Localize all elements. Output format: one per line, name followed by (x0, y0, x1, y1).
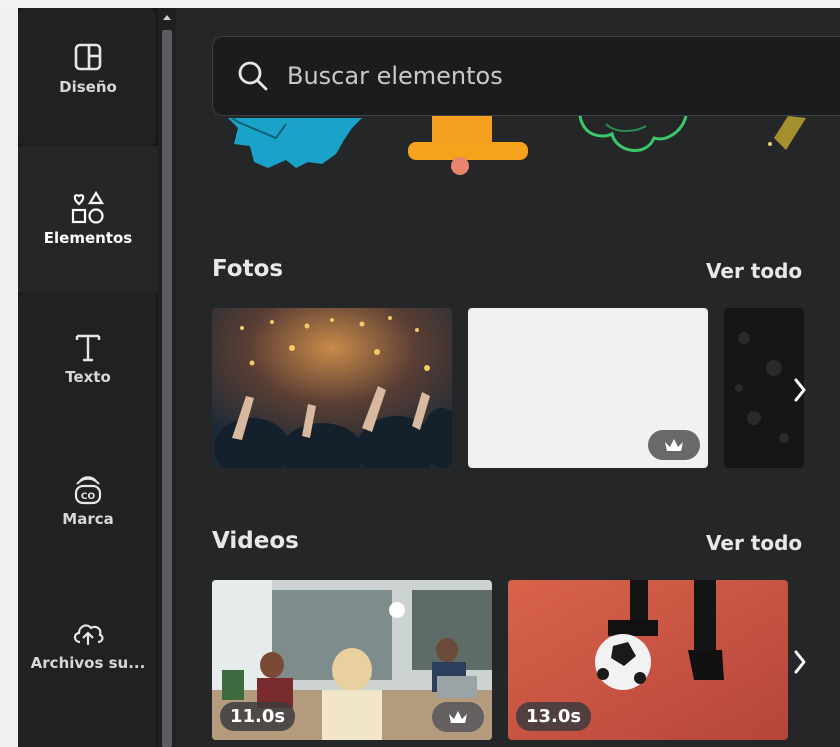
cloud-upload-icon (70, 616, 106, 650)
sidebar-item-label: Diseño (59, 78, 117, 96)
sidebar-item-uploads[interactable]: Archivos su... (18, 616, 158, 672)
sidebar-item-brand[interactable]: CO Marca (18, 472, 158, 528)
blue-badge-graphic (228, 117, 362, 168)
videos-see-all-link[interactable]: Ver todo (706, 531, 802, 555)
sidebar: Diseño Elementos Texto CO Marca Archivos… (18, 8, 158, 747)
videos-next-chevron-icon[interactable] (788, 642, 812, 682)
duration-badge: 13.0s (516, 702, 592, 731)
top-border (0, 0, 840, 8)
sidebar-item-design[interactable]: Diseño (18, 40, 158, 96)
white-texture-photo[interactable] (468, 308, 708, 468)
sidebar-item-text[interactable]: Texto (18, 330, 158, 386)
shapes-icon (68, 190, 108, 225)
premium-badge (432, 702, 484, 732)
svg-text:CO: CO (81, 492, 96, 502)
crown-icon (449, 711, 467, 723)
scroll-thumb[interactable] (162, 30, 172, 747)
editor-app: Diseño Elementos Texto CO Marca Archivos… (0, 0, 840, 747)
sidebar-item-label: Texto (65, 368, 111, 386)
sidebar-item-elements[interactable]: Elementos (18, 146, 158, 292)
sidebar-item-label: Marca (62, 510, 114, 528)
office-video[interactable]: 11.0s (212, 580, 492, 740)
elements-panel: Buscar elementos Fotos Ver todo Videos V… (176, 8, 840, 747)
sidebar-item-label: Archivos su... (30, 654, 146, 672)
crown-icon (665, 439, 683, 451)
soccer-video[interactable]: 13.0s (508, 580, 788, 740)
concert-crowd-photo[interactable] (212, 308, 452, 468)
flower-graphic (578, 115, 688, 152)
brand-icon: CO (70, 472, 106, 506)
search-input[interactable]: Buscar elementos (287, 62, 503, 90)
search-icon (238, 61, 268, 91)
sparkle-graphic (768, 116, 806, 150)
videos-section-title: Videos (212, 528, 299, 554)
premium-badge (648, 430, 700, 460)
search-bar[interactable]: Buscar elementos (212, 36, 840, 116)
layout-icon (71, 40, 105, 74)
photos-next-chevron-icon[interactable] (788, 370, 812, 410)
photos-see-all-link[interactable]: Ver todo (706, 259, 802, 283)
scroll-up-arrow-icon[interactable] (162, 12, 172, 24)
sidebar-item-label: Elementos (43, 229, 133, 247)
text-icon (71, 330, 105, 364)
photos-section-title: Fotos (212, 256, 284, 282)
bell-graphic (408, 116, 528, 175)
duration-badge: 11.0s (220, 702, 296, 731)
